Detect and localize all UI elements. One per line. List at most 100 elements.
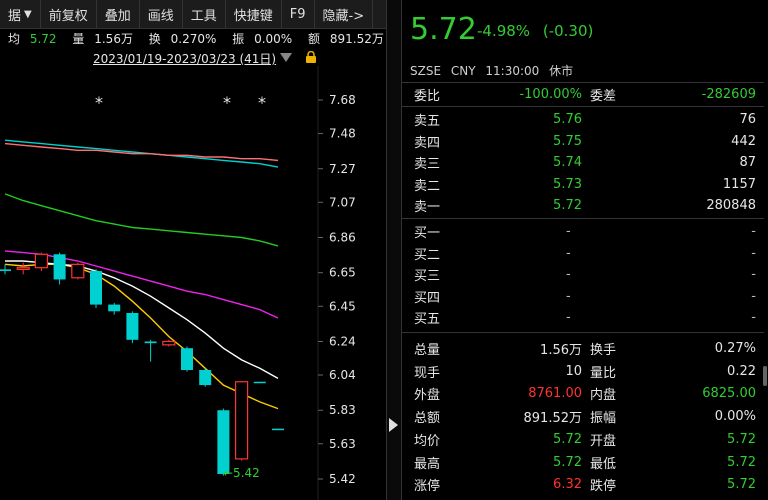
avg-stat: 均 5.72 [8,32,57,46]
y-tick-label: 6.65 [329,266,356,280]
detail-value: 10 [565,363,582,379]
candle-body[interactable] [217,410,230,474]
detail-value: 5.72 [553,454,582,470]
ask-level-label: 卖一 [414,200,441,215]
ask-price: 5.74 [553,155,582,170]
bid-volume: - [751,310,756,325]
detail-row[interactable]: 涨停 6.32 跌停 5.72 [402,474,758,495]
y-tick-label: 7.68 [329,93,356,107]
candle-body[interactable] [108,304,121,312]
candle-body[interactable] [71,263,85,279]
y-tick-label: 7.07 [329,195,356,209]
ask-row[interactable]: 卖二 5.73 1157 [402,174,758,195]
toolbar-shortcuts-button[interactable]: 快捷键 [226,0,282,28]
detail-label: 现手 [414,365,441,381]
y-tick-label: 7.48 [329,127,356,141]
bid-volume: - [751,288,756,304]
toolbar-draw-button[interactable]: 画线 [140,0,183,28]
candlestick-chart[interactable]: 7.68 7.48 7.27 7.07 6.86 6.65 6.45 6.24 6.04 5.83… [0,66,386,500]
toolbar-f9-button[interactable]: F9 [282,0,315,28]
divider [402,218,764,219]
bid-row[interactable]: 买二 - - [402,243,758,264]
ask-row[interactable]: 卖五 5.76 76 [402,109,758,130]
candle-body[interactable] [272,428,284,431]
ask-level-label: 卖二 [414,178,441,194]
ask-row[interactable]: 卖三 5.74 87 [402,152,758,173]
ask-row[interactable]: 卖四 5.75 442 [402,131,758,152]
ask-volume: 280848 [706,198,756,213]
candle-body[interactable] [253,381,266,384]
detail-row[interactable]: 总量 1.56万 换手 0.27% [402,338,758,359]
y-tick-label: 6.04 [329,368,356,382]
toolbar-tools-button[interactable]: 工具 [183,0,226,28]
candle-body[interactable] [235,381,249,460]
detail-label: 涨停 [414,479,441,495]
y-tick-label: 6.86 [329,231,356,245]
ask-level-label: 卖三 [414,157,441,172]
bid-row[interactable]: 买三 - - [402,264,758,285]
bid-level-label: 买四 [414,290,441,306]
detail-value: 5.72 [727,454,756,470]
divider [402,106,764,107]
y-tick-label: 6.45 [329,299,356,313]
ask-volume: 76 [739,112,756,127]
detail-value: 6825.00 [702,386,756,402]
detail-value: 891.52万 [523,411,583,427]
chart-toolbar: 据 ▼ 前复权 叠加 画线 工具 快捷键 F9 隐藏-> [0,0,386,29]
range-dropdown-icon[interactable] [280,53,292,62]
bid-price: - [566,310,571,325]
toolbar-data-menu[interactable]: 据 ▼ [0,0,41,28]
event-marker[interactable]: * [95,93,103,112]
detail-row[interactable]: 均价 5.72 开盘 5.72 [402,429,758,450]
candle-body[interactable] [144,341,157,344]
detail-row[interactable]: 外盘 8761.00 内盘 6825.00 [402,383,758,404]
quote-meta: SZSE CNY 11:30:00 休市 [410,62,579,79]
detail-value: 6.32 [553,477,582,493]
y-tick-label: 7.27 [329,162,356,176]
detail-row[interactable]: 现手 10 量比 0.22 [402,361,758,382]
amount-stat: 额 891.52万 [308,32,384,46]
ask-volume: 442 [731,133,756,149]
toolbar-hide-button[interactable]: 隐藏-> [315,0,374,28]
candle-body[interactable] [126,312,139,340]
candle-body[interactable] [199,369,212,386]
lock-icon[interactable] [305,51,317,63]
bid-level-label: 买一 [414,226,441,241]
low-price-annotation: ←5.42 [223,466,260,480]
ask-price: 5.75 [553,133,582,149]
toolbar-overlay-button[interactable]: 叠加 [97,0,140,28]
detail-label: 量比 [590,365,617,381]
detail-row[interactable]: 最高 5.72 最低 5.72 [402,452,758,473]
play-icon[interactable] [389,418,398,432]
ask-row[interactable]: 卖一 5.72 280848 [402,195,758,216]
turnover-stat: 换 0.270% [148,32,217,46]
candle-body[interactable] [0,269,11,272]
detail-label: 开盘 [590,433,617,449]
candle-body[interactable] [162,340,176,346]
scrollbar-thumb[interactable] [763,366,767,386]
candle-body[interactable] [34,253,49,269]
detail-value: 0.22 [727,363,756,379]
event-marker[interactable]: * [223,93,231,112]
toolbar-adjust-button[interactable]: 前复权 [41,0,97,28]
bid-row[interactable]: 买一 - - [402,221,758,242]
bid-price: - [566,224,571,239]
bid-volume: - [751,245,756,261]
bid-row[interactable]: 买五 - - [402,307,758,328]
candle-body[interactable] [181,348,193,370]
bid-row[interactable]: 买四 - - [402,286,758,307]
ask-volume: 1157 [722,176,756,192]
candle-body[interactable] [16,267,30,270]
detail-row[interactable]: 总额 891.52万 振幅 0.00% [402,406,758,427]
change-amount: (-0.30) [542,22,594,40]
detail-label: 最高 [414,456,441,472]
candle-body[interactable] [90,271,102,305]
event-marker[interactable]: * [258,93,266,112]
candle-body[interactable] [53,254,66,280]
dropdown-triangle-icon: ▼ [24,8,32,20]
last-price: 5.72 [410,12,477,47]
ask-level-label: 卖五 [414,114,441,129]
ask-price: 5.73 [553,176,582,192]
date-range-link[interactable]: 2023/01/19-2023/03/23 (41日) [93,50,276,67]
divider [402,332,764,333]
